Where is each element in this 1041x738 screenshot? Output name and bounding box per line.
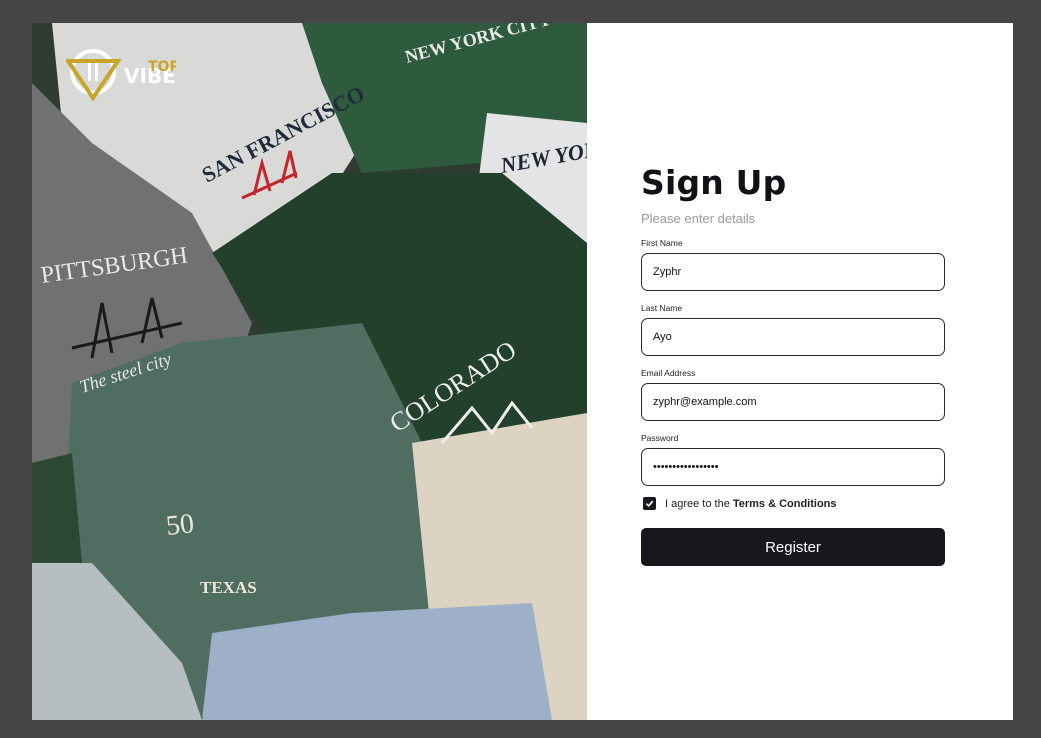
brand-logo: VIBE TOP [66,47,176,101]
password-label: Password [641,433,679,443]
page-subtitle: Please enter details [641,211,756,226]
hero-photo: SAN FRANCISCO NEW YORK CITY NEW YORK PIT… [32,23,587,720]
check-icon [645,500,654,508]
password-field: Password [641,433,946,486]
first-name-label: First Name [641,238,683,248]
sweatshirt-pile-illustration: SAN FRANCISCO NEW YORK CITY NEW YORK PIT… [32,23,587,720]
last-name-label: Last Name [641,303,683,313]
signup-window: SAN FRANCISCO NEW YORK CITY NEW YORK PIT… [32,23,1013,720]
terms-row: I agree to the Terms & Conditions [641,497,946,510]
terms-checkbox[interactable] [643,497,656,510]
password-input[interactable] [641,448,945,486]
page-title: Sign Up [641,163,787,202]
logo-shield-icon: VIBE TOP [66,49,176,101]
terms-prefix: I agree to the [665,497,730,510]
last-name-field: Last Name [641,303,946,356]
logo-overlay-text: TOP [148,59,176,75]
email-label: Email Address [641,368,696,378]
signup-form: Sign Up Please enter details First Name … [641,163,946,566]
terms-link[interactable]: Terms & Conditions [733,498,837,510]
email-input[interactable] [641,383,945,421]
register-button[interactable]: Register [641,528,945,566]
print-california: TEXAS [200,578,257,597]
email-field: Email Address [641,368,946,421]
first-name-input[interactable] [641,253,945,291]
last-name-input[interactable] [641,318,945,356]
print-san-diego: 50 [164,508,195,542]
first-name-field: First Name [641,238,946,291]
